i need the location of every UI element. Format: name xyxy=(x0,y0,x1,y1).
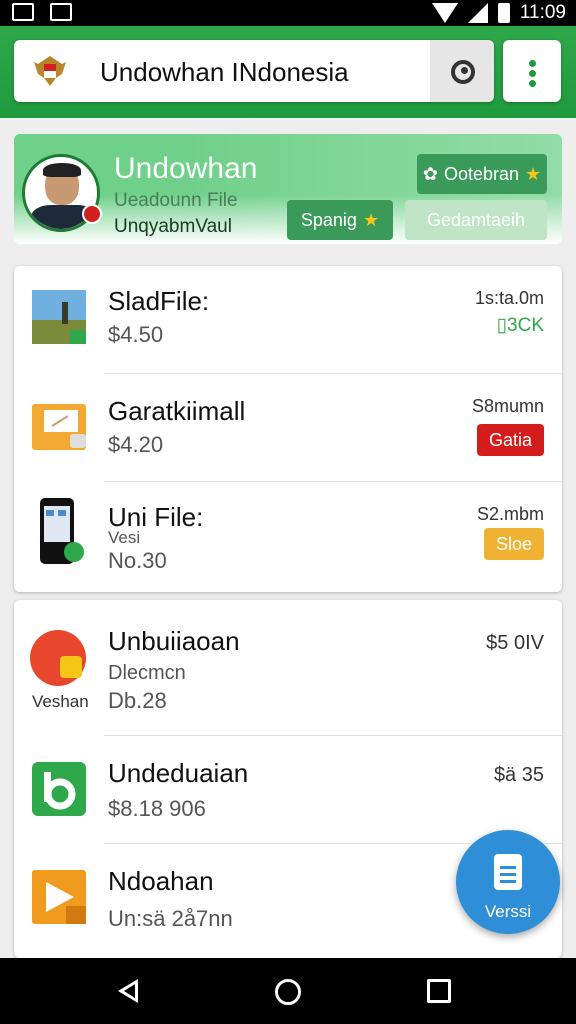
profile-banner: Undowhan Ueadounn File UnqyabmVaul ✿ Oot… xyxy=(14,134,562,244)
image-thumbnail xyxy=(32,290,86,344)
app-bar: Undowhan INdonesia xyxy=(0,26,576,118)
list-item[interactable]: Undeduaian $8.18 906 $ä 35 xyxy=(14,736,562,844)
status-bar: 11:09 xyxy=(0,0,576,26)
app-title: Undowhan INdonesia xyxy=(100,57,349,87)
status-badge[interactable]: Sloe xyxy=(483,528,544,560)
icon-caption: Veshan xyxy=(32,692,89,711)
home-icon[interactable] xyxy=(275,979,301,1005)
status-badge[interactable]: Gatia xyxy=(476,424,544,456)
list-item[interactable]: Garatkiimall $4.20 S8mumn Gatia xyxy=(14,374,562,482)
recents-icon[interactable] xyxy=(427,979,451,1003)
profile-name: Undowhan xyxy=(114,152,258,185)
lens-button[interactable] xyxy=(430,40,494,102)
wifi-icon xyxy=(431,3,458,23)
star-icon: ★ xyxy=(362,209,380,230)
folder-icon xyxy=(32,404,86,450)
signal-icon xyxy=(467,3,488,23)
files-card: SladFile: $4.50 1s:ta.0m ▯3CK Garatkiima… xyxy=(14,266,562,592)
fab-button[interactable]: Verssi xyxy=(456,830,560,934)
call-app-icon xyxy=(30,630,86,686)
chip-spanig[interactable]: Spanig ★ xyxy=(287,200,393,240)
badge-icon xyxy=(82,204,102,224)
star-icon: ★ xyxy=(525,163,542,184)
play-app-icon xyxy=(32,870,86,924)
chip-ootebran[interactable]: ✿ Ootebran ★ xyxy=(417,154,547,194)
status-time: 11:09 xyxy=(519,2,566,23)
gear-icon: ✿ xyxy=(422,163,438,184)
document-icon xyxy=(494,854,522,890)
search-box[interactable]: Undowhan INdonesia xyxy=(14,40,494,102)
profile-subtitle: Ueadounn File xyxy=(114,190,238,211)
image-icon xyxy=(50,3,72,21)
b-app-icon xyxy=(32,762,86,816)
fab-label: Verssi xyxy=(484,902,532,921)
more-options-button[interactable] xyxy=(503,40,561,102)
nav-bar xyxy=(0,958,576,1024)
list-item[interactable]: SladFile: $4.50 1s:ta.0m ▯3CK xyxy=(14,266,562,374)
battery-icon xyxy=(497,3,510,23)
list-item[interactable]: Veshan Unbuiiaoan Dlecmcn Db.28 $5 0IV xyxy=(14,600,562,736)
profile-username: UnqyabmVaul xyxy=(114,216,232,237)
phone-icon xyxy=(40,498,84,564)
gallery-icon xyxy=(12,3,34,21)
emblem-icon xyxy=(34,56,66,86)
list-item[interactable]: Uni File: Vesi No.30 S2.mbm Sloe xyxy=(14,482,562,590)
status-badge: ▯3CK xyxy=(496,315,544,336)
chip-gedamtaeih[interactable]: Gedamtaeih xyxy=(405,200,547,240)
